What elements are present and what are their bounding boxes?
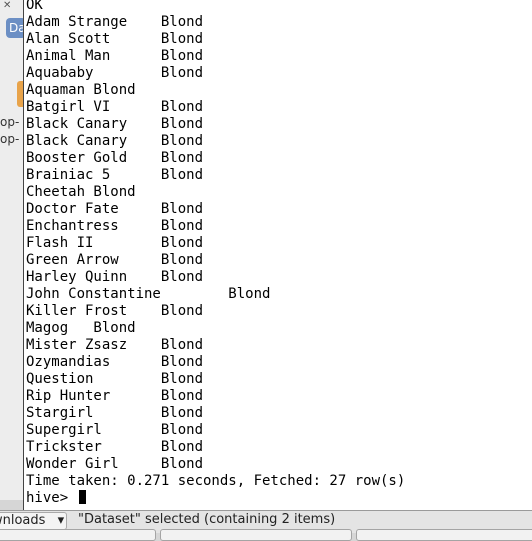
terminal-line: John Constantine Blond (26, 286, 271, 302)
terminal-line: Batgirl VI Blond (26, 99, 204, 115)
terminal-line: Mister Zsasz Blond (26, 337, 204, 353)
terminal-line: Booster Gold Blond (26, 150, 204, 166)
taskbar-button[interactable] (0, 529, 156, 541)
desktop-item-label: op- (0, 115, 20, 129)
terminal-line: Aquababy Blond (26, 65, 204, 81)
terminal-line: Black Canary Blond (26, 133, 204, 149)
file-manager-statusbar: wnloads ▾ "Dataset" selected (containing… (0, 510, 532, 541)
terminal-line: Wonder Girl Blond (26, 456, 204, 472)
terminal-output: OK Adam Strange Blond Alan Scott Blond Anim… (26, 0, 405, 507)
background-window: ✕ Da op- op- (0, 0, 26, 500)
selection-status: "Dataset" selected (containing 2 items) (78, 512, 336, 527)
terminal-line: Magog Blond (26, 320, 136, 336)
terminal-line: OK (26, 0, 43, 13)
taskbar-button[interactable] (356, 529, 532, 541)
terminal-line: Time taken: 0.271 seconds, Fetched: 27 r… (26, 473, 406, 489)
chevron-down-icon: ▾ (57, 513, 65, 528)
downloads-dropdown[interactable]: wnloads ▾ (0, 512, 67, 530)
taskbar-button[interactable] (160, 529, 352, 541)
taskbar-row (0, 529, 532, 541)
hive-prompt: hive> (26, 490, 77, 506)
terminal-line: Ozymandias Blond (26, 354, 204, 370)
terminal-line: Enchantress Blond (26, 218, 204, 234)
terminal-window[interactable]: OK Adam Strange Blond Alan Scott Blond Anim… (23, 0, 532, 510)
terminal-line: Cheetah Blond (26, 184, 136, 200)
terminal-line: Rip Hunter Blond (26, 388, 204, 404)
terminal-line: Stargirl Blond (26, 405, 204, 421)
terminal-line: Harley Quinn Blond (26, 269, 204, 285)
terminal-line: Killer Frost Blond (26, 303, 204, 319)
terminal-line: Flash II Blond (26, 235, 204, 251)
terminal-line: Animal Man Blond (26, 48, 204, 64)
close-icon[interactable]: ✕ (3, 0, 11, 11)
desktop-item-label: op- (0, 132, 20, 146)
terminal-line: Alan Scott Blond (26, 31, 204, 47)
terminal-line: Adam Strange Blond (26, 14, 204, 30)
terminal-line: Black Canary Blond (26, 116, 204, 132)
terminal-line: Trickster Blond (26, 439, 204, 455)
terminal-line: Green Arrow Blond (26, 252, 204, 268)
terminal-line: Question Blond (26, 371, 204, 387)
terminal-prompt-line[interactable]: hive> (26, 490, 405, 507)
downloads-label: wnloads (0, 513, 46, 528)
terminal-line: Supergirl Blond (26, 422, 204, 438)
terminal-line: Doctor Fate Blond (26, 201, 204, 217)
terminal-line: Brainiac 5 Blond (26, 167, 204, 183)
text-cursor (78, 490, 86, 504)
terminal-line: Aquaman Blond (26, 82, 136, 98)
